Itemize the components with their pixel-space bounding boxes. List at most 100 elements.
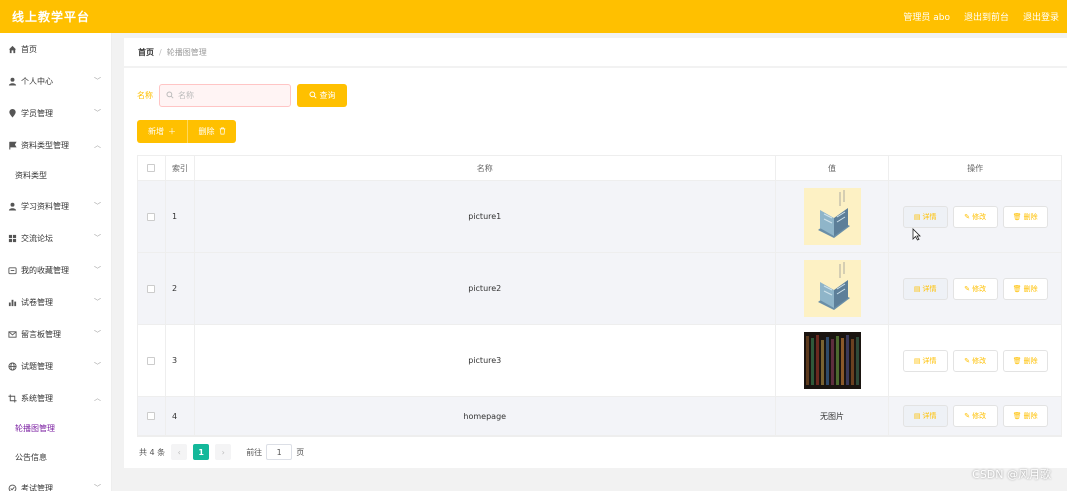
edit-button[interactable]: ✎ 修改 <box>952 277 998 300</box>
search-button-label: 查询 <box>319 91 336 100</box>
sidebar-item-students[interactable]: 学员管理 ﹀ <box>0 97 111 129</box>
user-icon <box>7 201 17 211</box>
row-checkbox[interactable] <box>147 356 156 365</box>
row-index: 3 <box>166 325 195 396</box>
delete-button[interactable]: 🗑 删除 <box>1002 205 1048 228</box>
batch-delete-label: 删除 <box>198 127 215 136</box>
sidebar-item-label: 试卷管理 <box>21 297 53 307</box>
no-image-text: 无图片 <box>776 397 890 435</box>
delete-button[interactable]: 🗑 删除 <box>1002 405 1048 427</box>
row-checkbox[interactable] <box>147 284 156 293</box>
pagination: 共 4 条 ‹ 1 › 前往 1 页 <box>139 444 304 460</box>
goto-page-input[interactable]: 1 <box>266 444 293 460</box>
sidebar-item-label: 资料类型管理 <box>21 140 69 150</box>
watermark: CSDN @风月歌 <box>972 468 1051 481</box>
sidebar-item-label: 首页 <box>21 44 37 54</box>
sidebar-item-label: 留言板管理 <box>21 329 61 339</box>
sidebar-item-papers[interactable]: 试卷管理 ﹀ <box>0 286 111 318</box>
detail-button[interactable]: ▤ 详情 <box>902 405 948 427</box>
sidebar: 首页 个人中心 ﹀ 学员管理 ﹀ 资料类型管理 ︿ 资料类型 学习资料管理 ﹀ … <box>0 33 112 491</box>
header-value: 值 <box>776 156 890 180</box>
sidebar-item-material-types[interactable]: 资料类型管理 ︿ <box>0 129 111 161</box>
table-row: 3 picture3 ▤ 详情 ✎ 修改 🗑 删除 <box>138 325 1061 397</box>
flag-icon <box>7 140 17 150</box>
row-name: picture1 <box>195 181 776 252</box>
location-icon <box>7 108 17 118</box>
sidebar-subitem-announcements[interactable]: 公告信息 <box>0 443 111 472</box>
sidebar-item-exams[interactable]: 考试管理 ﹀ <box>0 472 111 491</box>
exam-icon <box>7 483 17 491</box>
sidebar-item-home[interactable]: 首页 <box>0 33 111 65</box>
sidebar-item-questions[interactable]: 试题管理 ﹀ <box>0 350 111 382</box>
sidebar-subitem-carousel[interactable]: 轮播图管理 <box>0 414 111 443</box>
breadcrumb: 首页 / 轮播图管理 <box>124 38 1067 66</box>
detail-icon: ▤ <box>913 412 921 420</box>
page-1-button[interactable]: 1 <box>193 444 210 460</box>
delete-button[interactable]: 🗑 删除 <box>1002 349 1048 372</box>
edit-button[interactable]: ✎ 修改 <box>952 405 998 427</box>
book-thumbnail <box>803 188 861 245</box>
chevron-down-icon: ﹀ <box>94 298 101 306</box>
sidebar-item-label: 试题管理 <box>21 361 53 371</box>
delete-label: 删除 <box>1023 356 1038 365</box>
top-bar: 线上教学平台 管理员 abo 退出到前台 退出登录 <box>0 0 1067 33</box>
app-title: 线上教学平台 <box>12 10 91 24</box>
delete-button[interactable]: 🗑 删除 <box>1002 277 1048 300</box>
chevron-up-icon: ︿ <box>94 394 101 402</box>
edit-icon: ✎ <box>964 412 971 420</box>
chevron-down-icon: ﹀ <box>94 109 101 117</box>
logout-link[interactable]: 退出登录 <box>1023 10 1059 23</box>
search-label: 名称 <box>137 91 153 100</box>
detail-icon: ▤ <box>913 356 921 365</box>
sidebar-item-label: 系统管理 <box>21 393 53 403</box>
row-name: picture3 <box>195 325 776 396</box>
folder-icon <box>7 265 17 275</box>
sidebar-item-personal[interactable]: 个人中心 ﹀ <box>0 65 111 97</box>
trash-icon: 🗑 <box>1012 412 1022 420</box>
home-icon <box>7 44 17 54</box>
table-row: 2 picture2 ▤ 详情 ✎ 修改 🗑 删除 <box>138 253 1061 325</box>
detail-label: 详情 <box>922 356 937 365</box>
user-label: 管理员 abo <box>903 13 950 23</box>
edit-icon: ✎ <box>964 284 971 293</box>
breadcrumb-current: 轮播图管理 <box>166 47 207 57</box>
plus-icon: ＋ <box>168 127 176 136</box>
main-content: 首页 / 轮播图管理 名称 名称 查询 新增 ＋ 删除 索引 名称 值 操作 1… <box>124 38 1067 468</box>
search-input[interactable]: 名称 <box>159 84 291 107</box>
select-all-checkbox[interactable] <box>147 164 156 172</box>
row-index: 4 <box>166 397 195 435</box>
detail-button[interactable]: ▤ 详情 <box>902 277 948 300</box>
batch-delete-button[interactable]: 删除 <box>187 120 236 143</box>
sidebar-item-label: 学习资料管理 <box>21 201 69 211</box>
breadcrumb-home[interactable]: 首页 <box>138 47 154 58</box>
detail-button[interactable]: ▤ 详情 <box>902 205 948 228</box>
next-page-button[interactable]: › <box>215 444 232 460</box>
chevron-down-icon: ﹀ <box>94 202 101 210</box>
edit-button[interactable]: ✎ 修改 <box>952 205 998 228</box>
prev-page-button[interactable]: ‹ <box>171 444 188 460</box>
edit-button[interactable]: ✎ 修改 <box>952 349 998 372</box>
sidebar-item-study-materials[interactable]: 学习资料管理 ﹀ <box>0 190 111 222</box>
row-index: 2 <box>166 253 195 324</box>
chevron-down-icon: ﹀ <box>94 77 101 85</box>
sidebar-item-label: 我的收藏管理 <box>21 265 69 275</box>
search-button[interactable]: 查询 <box>297 84 347 107</box>
edit-label: 修改 <box>972 212 987 221</box>
chevron-up-icon: ︿ <box>94 141 101 149</box>
sidebar-item-forum[interactable]: 交流论坛 ﹀ <box>0 222 111 254</box>
chevron-down-icon: ﹀ <box>94 484 101 491</box>
detail-button[interactable]: ▤ 详情 <box>902 349 948 372</box>
frontend-link[interactable]: 退出到前台 <box>964 10 1009 23</box>
add-button[interactable]: 新增 ＋ <box>137 120 187 143</box>
chevron-down-icon: ﹀ <box>94 330 101 338</box>
sidebar-subitem-material-type[interactable]: 资料类型 <box>0 161 111 190</box>
sidebar-item-messages[interactable]: 留言板管理 ﹀ <box>0 318 111 350</box>
delete-label: 删除 <box>1023 284 1038 293</box>
sidebar-item-favorites[interactable]: 我的收藏管理 ﹀ <box>0 254 111 286</box>
row-checkbox[interactable] <box>147 412 156 420</box>
row-checkbox[interactable] <box>147 212 156 221</box>
trash-icon: 🗑 <box>1012 284 1022 293</box>
search-form: 名称 名称 查询 <box>137 84 347 107</box>
sidebar-item-system[interactable]: 系统管理 ︿ <box>0 382 111 414</box>
search-icon <box>308 90 317 101</box>
